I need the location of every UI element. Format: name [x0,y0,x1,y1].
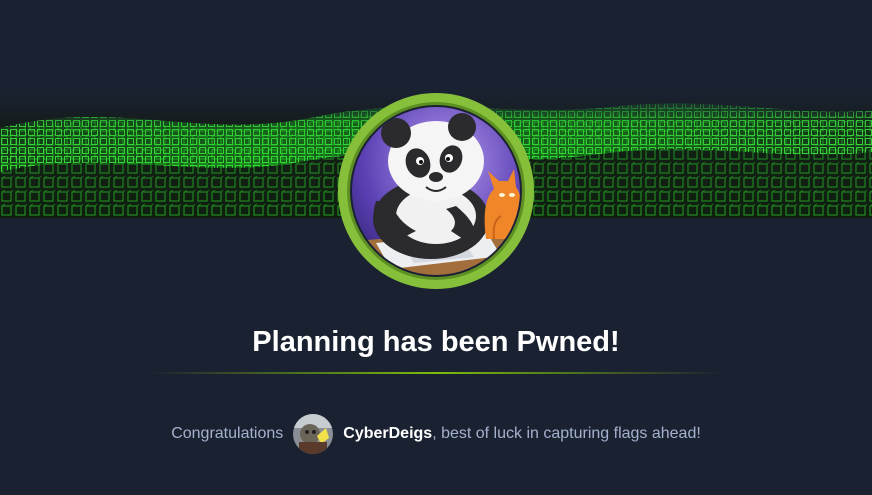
pwned-title: Planning has been Pwned! [252,326,620,358]
panda-and-cat-machine-avatar [338,93,534,289]
top-background [0,0,872,100]
congrats-suffix: , best of luck in capturing flags ahead! [432,425,701,442]
title-divider [150,372,722,374]
congratulations-message: Congratulations CyberDeigs , best of luc… [0,414,872,454]
username-link[interactable]: CyberDeigs [343,425,432,443]
user-avatar[interactable] [293,414,334,454]
congrats-prefix: Congratulations [171,425,284,442]
machine-avatar-badge [336,91,536,291]
